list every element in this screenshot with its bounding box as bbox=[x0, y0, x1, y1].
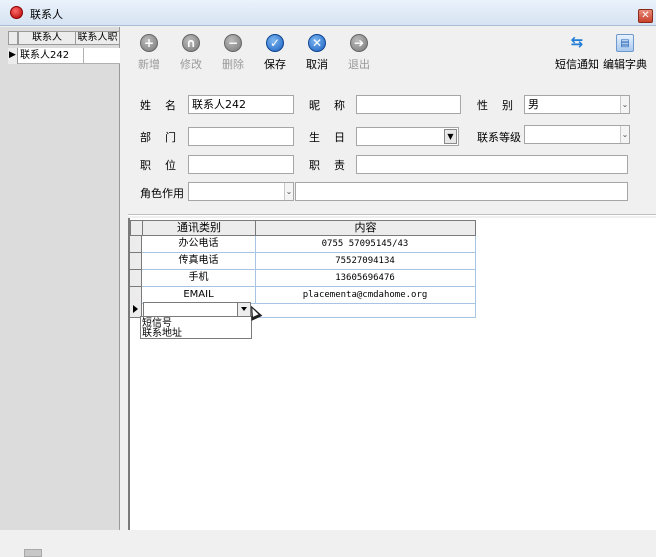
role-label: 角色作用 bbox=[140, 187, 184, 200]
duty-field[interactable] bbox=[356, 155, 628, 174]
edit-dictionary-label: 编辑字典 bbox=[603, 58, 647, 71]
section-divider bbox=[128, 214, 656, 216]
cancel-button-label: 取消 bbox=[306, 58, 328, 71]
exit-icon: ➔ bbox=[350, 34, 368, 52]
sms-notify-label: 短信通知 bbox=[555, 58, 599, 71]
comm-type-combobox[interactable] bbox=[143, 302, 251, 317]
dropdown-option[interactable]: 联系地址 bbox=[142, 328, 250, 339]
table-row[interactable]: 手机 13605696476 bbox=[130, 270, 476, 287]
window-title: 联系人 bbox=[30, 8, 63, 21]
row-indicator bbox=[130, 270, 142, 287]
nickname-label: 昵 称 bbox=[309, 99, 345, 112]
chevron-down-icon[interactable]: ⌄ bbox=[620, 126, 629, 143]
sms-notify-button[interactable]: ⇆ 短信通知 bbox=[554, 31, 600, 75]
close-button[interactable]: ✕ bbox=[638, 9, 653, 23]
comm-type-dropdown-list: 短信号 联系地址 bbox=[140, 316, 252, 339]
edit-button[interactable]: ∩ 修改 bbox=[171, 31, 211, 75]
comm-content-cell[interactable]: 75527094134 bbox=[255, 253, 476, 270]
edit-dictionary-button[interactable]: ▤ 编辑字典 bbox=[602, 31, 648, 75]
contact-name-cell[interactable]: 联系人242 bbox=[20, 49, 69, 63]
exit-button-label: 退出 bbox=[348, 58, 370, 71]
check-icon: ✓ bbox=[266, 34, 284, 52]
contact-form: 姓 名 联系人242 昵 称 性 别 男 ⌄ 部 门 生 日 ▼ 联系等级 ⌄ … bbox=[128, 80, 656, 215]
book-icon: ▤ bbox=[616, 34, 634, 52]
edit-icon: ∩ bbox=[182, 34, 200, 52]
row-indicator bbox=[130, 236, 142, 253]
comm-content-cell[interactable]: 13605696476 bbox=[255, 270, 476, 287]
role-detail-field[interactable] bbox=[295, 182, 628, 201]
contact-list-header: 联系人 联系人职 bbox=[0, 31, 120, 45]
name-label: 姓 名 bbox=[140, 99, 176, 112]
toolbar: + 新增 ∩ 修改 − 删除 ✓ 保存 ✕ 取消 ➔ 退出 ⇆ 短信通知 ▤ 编… bbox=[128, 28, 656, 76]
x-icon: ✕ bbox=[308, 34, 326, 52]
plus-icon: + bbox=[140, 34, 158, 52]
save-button-label: 保存 bbox=[264, 58, 286, 71]
table-row[interactable]: 办公电话 0755 57095145/43 bbox=[130, 236, 476, 253]
chevron-down-icon[interactable]: ⌄ bbox=[284, 183, 293, 200]
title-bar: 联系人 ✕ bbox=[0, 0, 656, 26]
column-header-contact[interactable]: 联系人 bbox=[18, 31, 76, 45]
comm-type-cell[interactable]: 传真电话 bbox=[142, 253, 256, 270]
comm-content-cell[interactable]: 0755 57095145/43 bbox=[255, 236, 476, 253]
delete-button-label: 删除 bbox=[222, 58, 244, 71]
level-select[interactable]: ⌄ bbox=[524, 125, 630, 144]
comm-type-cell[interactable]: 手机 bbox=[142, 270, 256, 287]
row-header-corner bbox=[8, 31, 18, 45]
gender-select[interactable]: 男 ⌄ bbox=[524, 95, 630, 114]
table-row[interactable]: 传真电话 75527094134 bbox=[130, 253, 476, 270]
minus-icon: − bbox=[224, 34, 242, 52]
column-separator bbox=[83, 48, 84, 64]
title-field[interactable] bbox=[188, 155, 294, 174]
app-icon bbox=[10, 6, 23, 19]
department-field[interactable] bbox=[188, 127, 294, 146]
exit-button[interactable]: ➔ 退出 bbox=[339, 31, 379, 75]
level-label: 联系等级 bbox=[477, 131, 521, 144]
chevron-down-icon[interactable]: ⌄ bbox=[620, 96, 629, 113]
name-field[interactable]: 联系人242 bbox=[188, 95, 294, 114]
communication-grid: 通讯类别 内容 办公电话 0755 57095145/43 传真电话 75527… bbox=[128, 218, 656, 530]
current-row-indicator: ▶ bbox=[8, 48, 18, 64]
role-select[interactable]: ⌄ bbox=[188, 182, 294, 201]
gender-value: 男 bbox=[528, 98, 539, 111]
department-label: 部 门 bbox=[140, 131, 176, 144]
save-button[interactable]: ✓ 保存 bbox=[255, 31, 295, 75]
title-label: 职 位 bbox=[140, 159, 176, 172]
column-header-content[interactable]: 内容 bbox=[255, 220, 476, 236]
birthday-picker[interactable]: ▼ bbox=[356, 127, 459, 146]
row-indicator bbox=[130, 253, 142, 270]
column-header-comm-type[interactable]: 通讯类别 bbox=[142, 220, 256, 236]
nickname-field[interactable] bbox=[356, 95, 461, 114]
birthday-label: 生 日 bbox=[309, 131, 345, 144]
add-button[interactable]: + 新增 bbox=[129, 31, 169, 75]
horizontal-scrollbar-thumb[interactable] bbox=[24, 549, 42, 557]
column-header-position[interactable]: 联系人职 bbox=[75, 31, 120, 45]
cancel-button[interactable]: ✕ 取消 bbox=[297, 31, 337, 75]
duty-label: 职 责 bbox=[309, 159, 345, 172]
swap-arrows-icon: ⇆ bbox=[570, 33, 584, 51]
comm-content-cell[interactable] bbox=[255, 301, 476, 318]
contact-list-panel: 联系人 联系人职 ▶ 联系人242 bbox=[0, 27, 120, 557]
comm-type-cell[interactable]: 办公电话 bbox=[142, 236, 256, 253]
delete-button[interactable]: − 删除 bbox=[213, 31, 253, 75]
edit-button-label: 修改 bbox=[180, 58, 202, 71]
chevron-down-icon[interactable]: ▼ bbox=[444, 129, 457, 144]
contact-row[interactable]: ▶ 联系人242 bbox=[8, 48, 120, 64]
add-button-label: 新增 bbox=[138, 58, 160, 71]
gender-label: 性 别 bbox=[477, 99, 513, 112]
